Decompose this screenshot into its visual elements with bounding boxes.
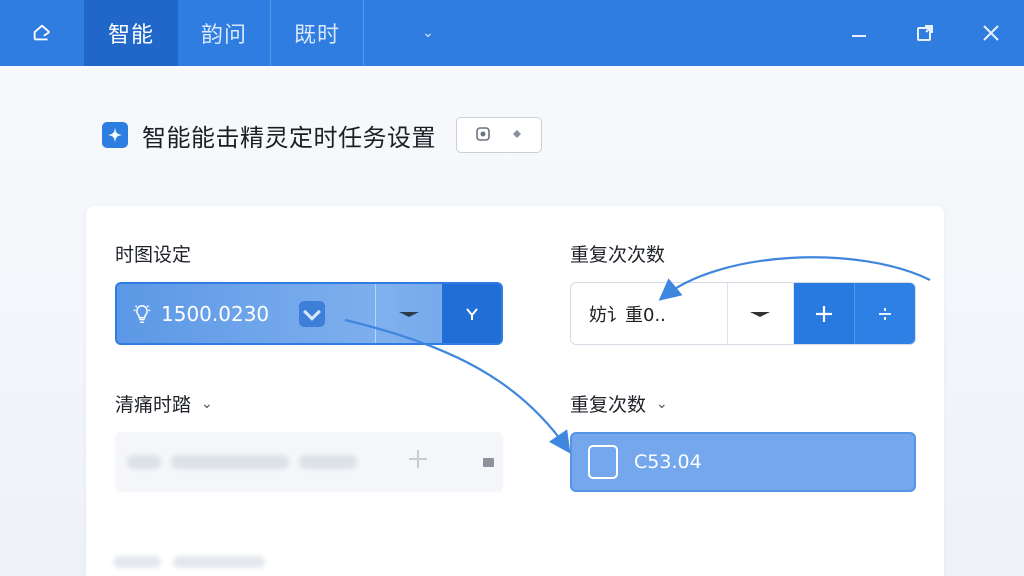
repeat-input[interactable]: 妨讠重0.. <box>571 283 727 344</box>
y-icon <box>465 307 478 320</box>
close-icon <box>983 25 999 41</box>
placeholder-blur <box>113 556 161 568</box>
repeat-count-label: 重复次次数 <box>570 244 666 266</box>
repeat-dropdown-button[interactable] <box>726 283 794 344</box>
add-icon[interactable] <box>407 447 429 477</box>
play-icon <box>512 128 522 142</box>
tab-smart[interactable]: 智能 <box>84 0 178 66</box>
title-row: 智能能击精灵定时任务设置 <box>102 115 542 155</box>
time-dropdown-button[interactable] <box>375 284 441 343</box>
clear-time-input[interactable] <box>115 432 503 492</box>
top-bar: 智能 韵问 既时 ⌄ <box>0 0 1024 66</box>
restore-button[interactable] <box>892 0 958 66</box>
repeat-input-group: 妨讠重0.. <box>570 282 916 345</box>
tab-timing[interactable]: 既时 <box>271 0 363 66</box>
plus-icon <box>816 305 833 322</box>
chevron-down-icon: ⌄ <box>201 395 213 412</box>
home-icon <box>33 24 50 41</box>
time-value: 1500.0230 <box>161 301 270 326</box>
tabs-dropdown[interactable]: ⌄ <box>364 0 492 66</box>
time-input[interactable]: 1500.0230 <box>117 284 375 343</box>
home-button[interactable] <box>0 0 84 66</box>
repeat-times-input[interactable]: C53.04 <box>570 432 916 492</box>
settings-card <box>86 206 944 576</box>
chevron-down-icon: ⌄ <box>656 395 668 412</box>
page-title: 智能能击精灵定时任务设置 <box>142 123 436 152</box>
time-input-group: 1500.0230 <box>115 282 503 345</box>
minimize-button[interactable] <box>826 0 892 66</box>
title-action-button[interactable] <box>456 117 542 153</box>
close-button[interactable] <box>958 0 1024 66</box>
app-logo-icon <box>102 122 128 148</box>
lightbulb-icon <box>133 304 151 323</box>
placeholder-blur <box>171 455 289 469</box>
increment-button[interactable] <box>793 283 855 344</box>
bottom-placeholder-row <box>113 556 265 568</box>
repeat-times-value: C53.04 <box>634 451 702 473</box>
time-setting-label: 时图设定 <box>115 244 192 266</box>
minimize-icon <box>852 35 866 37</box>
repeat-times-label[interactable]: 重复次数 ⌄ <box>570 390 668 417</box>
restore-icon <box>917 25 933 41</box>
placeholder-blur <box>299 455 357 469</box>
placeholder-blur <box>127 455 161 469</box>
clear-time-label: 清痛时踏 ⌄ <box>115 394 213 416</box>
record-icon <box>476 126 490 144</box>
stop-icon[interactable] <box>483 457 494 467</box>
checkbox[interactable] <box>588 445 618 479</box>
caret-down-icon <box>398 311 419 317</box>
check-icon[interactable] <box>299 300 326 327</box>
tab-query[interactable]: 韵问 <box>178 0 270 66</box>
caret-down-icon <box>750 311 771 317</box>
chevron-down-icon: ⌄ <box>422 25 434 41</box>
time-confirm-button[interactable] <box>441 284 501 343</box>
split-icon <box>879 307 892 320</box>
placeholder-blur <box>173 556 265 568</box>
decrement-button[interactable] <box>854 283 915 344</box>
